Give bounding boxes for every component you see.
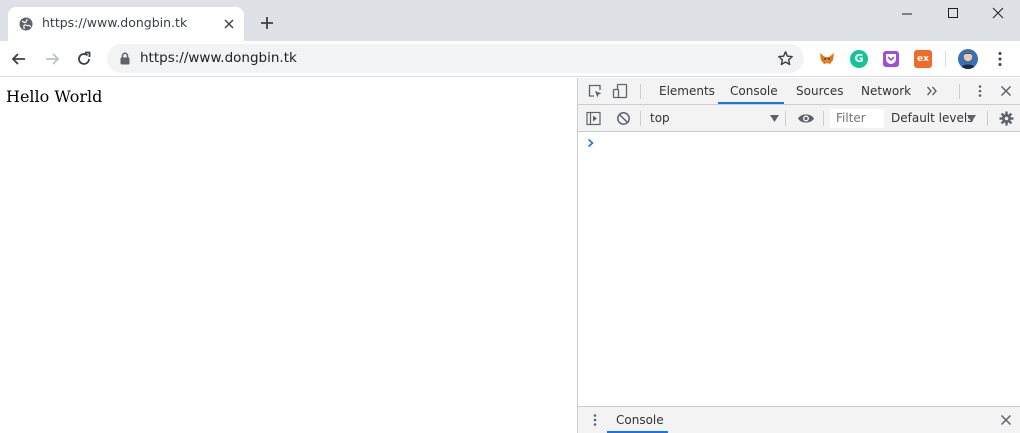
log-levels-select[interactable]: Default levels [891,105,973,132]
tab-close-icon[interactable] [221,16,237,32]
console-filter-input[interactable] [830,109,884,128]
devtools-separator [959,84,960,99]
console-toolbar-separator [640,111,641,126]
browser-toolbar: https://www.dongbin.tk G ex [0,41,1020,77]
fox-extension-icon[interactable] [818,50,836,68]
console-toolbar-separator [987,111,988,126]
maximize-icon[interactable] [930,0,976,30]
clear-console-icon[interactable] [616,111,631,126]
inspect-element-icon[interactable] [587,83,603,99]
tab-network[interactable]: Network [861,78,911,105]
drawer-tab-console[interactable]: Console [616,407,664,433]
minimize-icon[interactable] [884,0,930,30]
tab-sources[interactable]: Sources [796,78,843,105]
console-sidebar-toggle-icon[interactable] [586,111,601,126]
back-arrow-icon[interactable] [9,49,29,69]
tab-console[interactable]: Console [730,78,778,105]
bookmark-star-icon[interactable] [777,50,794,67]
dropdown-arrow-icon[interactable] [770,115,779,122]
lock-icon[interactable] [119,52,131,65]
devtools-close-icon[interactable] [999,84,1013,98]
new-tab-plus-icon[interactable] [258,14,276,32]
forward-arrow-icon[interactable] [42,49,62,69]
tab-title: https://www.dongbin.tk [42,15,188,30]
drawer-close-icon[interactable] [999,413,1013,427]
window-close-icon[interactable] [975,0,1020,30]
page-text: Hello World [6,87,103,106]
devtools-panel: Elements Console Sources Network top Fil… [577,78,1020,433]
drawer-menu-icon[interactable] [588,413,602,427]
console-toolbar: top Default levels [578,105,1020,132]
tab-elements[interactable]: Elements [659,78,715,105]
ex-extension-icon[interactable]: ex [914,50,932,68]
chrome-menu-icon[interactable] [991,50,1009,68]
ex-extension-label: ex [917,54,929,64]
console-toolbar-separator [785,111,786,126]
url-text[interactable]: https://www.dongbin.tk [140,50,297,66]
console-toolbar-separator [823,111,824,126]
profile-avatar[interactable] [958,49,978,69]
browser-tab[interactable]: https://www.dongbin.tk [8,7,244,41]
console-settings-gear-icon[interactable] [999,111,1014,126]
title-bar: https://www.dongbin.tk [0,0,1020,41]
devtools-menu-icon[interactable] [973,84,987,98]
page-viewport: Hello World [0,78,577,433]
address-bar[interactable]: https://www.dongbin.tk [107,44,804,73]
devtools-separator [640,84,641,99]
pocket-icon[interactable] [882,50,900,68]
device-toolbar-icon[interactable] [612,83,628,99]
toolbar-separator [945,51,946,67]
devtools-tab-bar: Elements Console Sources Network [578,78,1020,105]
active-tab-indicator [718,102,784,104]
more-tabs-chevron-icon[interactable] [925,84,939,98]
dropdown-arrow-icon[interactable] [967,115,976,122]
grammarly-icon[interactable]: G [850,50,868,68]
grammarly-label: G [854,52,864,65]
console-prompt-chevron-icon[interactable] [587,138,595,148]
execution-context-select[interactable]: top [650,105,670,132]
globe-icon [19,17,33,31]
reload-icon[interactable] [74,49,94,69]
live-expression-eye-icon[interactable] [797,112,815,125]
devtools-drawer: Console [578,406,1020,433]
